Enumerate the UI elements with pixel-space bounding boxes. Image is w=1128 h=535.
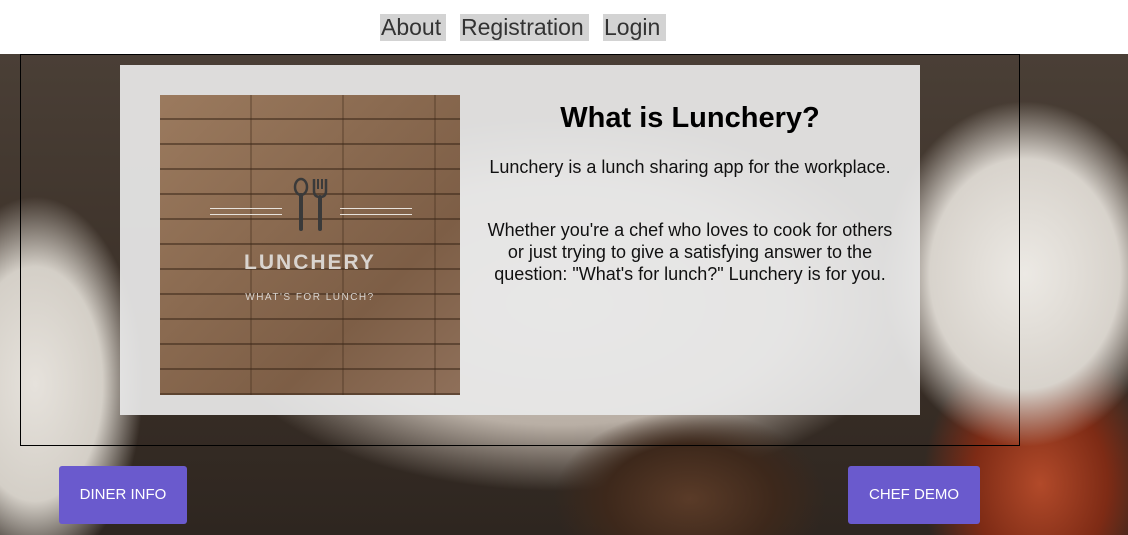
logo-decorative-line-right — [340, 208, 412, 215]
logo-brand-name: LUNCHERY — [244, 251, 376, 274]
logo-tagline: WHAT'S FOR LUNCH? — [245, 292, 375, 303]
card-pitch: Whether you're a chef who loves to cook … — [487, 220, 893, 284]
card-description: Lunchery is a lunch sharing app for the … — [489, 157, 891, 177]
diner-info-button[interactable]: DINER INFO — [59, 466, 187, 524]
top-navigation: About Registration Login — [0, 0, 1128, 54]
nav-link-registration[interactable]: Registration — [460, 14, 589, 41]
chef-demo-button[interactable]: CHEF DEMO — [848, 466, 980, 524]
nav-link-login[interactable]: Login — [603, 14, 666, 41]
logo-decorative-line-left — [210, 208, 282, 215]
nav-link-about[interactable]: About — [380, 14, 446, 41]
lunchery-logo: LUNCHERY WHAT'S FOR LUNCH? — [160, 95, 460, 395]
card-title: What is Lunchery? — [560, 102, 820, 134]
fork-and-spoon-icon — [293, 177, 328, 231]
